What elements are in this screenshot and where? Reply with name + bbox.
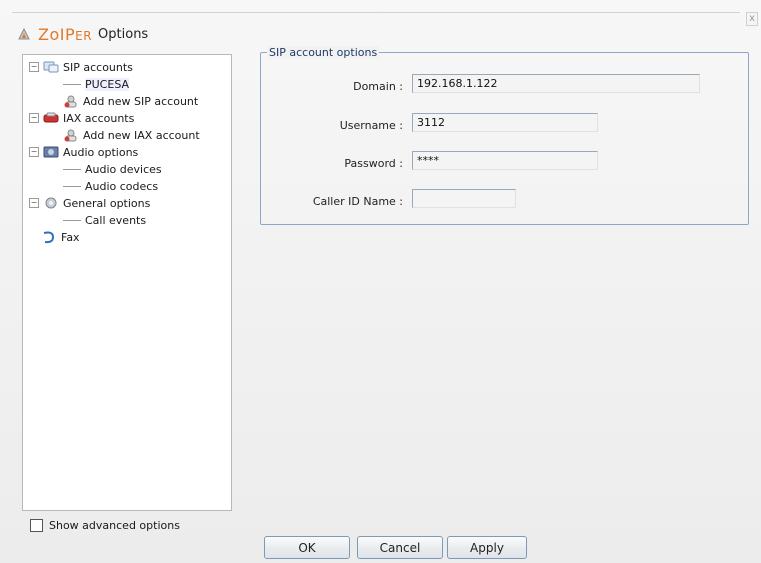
options-tree[interactable]: − SIP accounts PUCESA Add new SIP accoun… xyxy=(22,54,232,511)
tree-item-pucesa[interactable]: PUCESA xyxy=(63,76,130,92)
window-title: Options xyxy=(98,26,149,42)
group-legend: SIP account options xyxy=(267,46,380,59)
add-account-icon xyxy=(64,129,77,142)
brand-name: ZoIP xyxy=(38,24,76,44)
collapse-icon[interactable]: − xyxy=(29,147,39,157)
password-field[interactable]: **** xyxy=(412,151,598,170)
tree-item-add-sip[interactable]: Add new SIP account xyxy=(63,93,198,109)
tree-item-general-options[interactable]: − General options xyxy=(29,195,150,211)
collapse-icon[interactable]: − xyxy=(29,113,39,123)
close-icon[interactable]: x xyxy=(746,12,758,26)
brand-logo: ZoIPER xyxy=(38,25,92,44)
gear-icon xyxy=(45,197,57,209)
tree-label: PUCESA xyxy=(85,77,130,91)
tree-label: General options xyxy=(63,196,151,210)
tree-item-iax-accounts[interactable]: − IAX accounts xyxy=(29,110,134,126)
tree-item-audio-devices[interactable]: Audio devices xyxy=(63,161,162,177)
apply-button[interactable]: Apply xyxy=(447,536,527,559)
collapse-icon[interactable]: − xyxy=(29,62,39,72)
tree-label: Add new IAX account xyxy=(83,128,200,142)
password-label: Password : xyxy=(344,157,403,170)
tree-label: Add new SIP account xyxy=(83,94,199,108)
cancel-button[interactable]: Cancel xyxy=(357,536,443,559)
options-window: x ZoIPER Options − SIP accounts PUCESA A… xyxy=(0,0,761,563)
tree-item-audio-codecs[interactable]: Audio codecs xyxy=(63,178,158,194)
tree-item-audio-options[interactable]: − Audio options xyxy=(29,144,138,160)
domain-field[interactable]: 192.168.1.122 xyxy=(412,74,700,93)
zoiper-logo-icon xyxy=(18,27,30,40)
username-label: Username : xyxy=(339,119,403,132)
tree-connector xyxy=(63,83,81,85)
show-advanced-checkbox[interactable] xyxy=(30,519,43,532)
tree-label: Call events xyxy=(85,213,147,227)
tree-item-sip-accounts[interactable]: − SIP accounts xyxy=(29,59,133,75)
tree-item-fax[interactable]: Fax xyxy=(41,229,80,245)
fax-icon xyxy=(43,231,55,244)
caller-id-field[interactable] xyxy=(412,189,516,208)
add-account-icon xyxy=(64,95,77,108)
tree-item-add-iax[interactable]: Add new IAX account xyxy=(63,127,200,143)
tree-label: Audio options xyxy=(63,145,139,159)
iax-accounts-icon xyxy=(43,112,59,123)
show-advanced-option[interactable]: Show advanced options xyxy=(30,519,180,532)
domain-label: Domain : xyxy=(353,80,403,93)
tree-item-call-events[interactable]: Call events xyxy=(63,212,146,228)
sip-account-options-group: SIP account options Domain : 192.168.1.1… xyxy=(260,46,749,225)
show-advanced-label: Show advanced options xyxy=(49,519,180,532)
tree-label: IAX accounts xyxy=(63,111,135,125)
tree-connector xyxy=(63,168,81,170)
tree-label: Fax xyxy=(61,230,80,244)
caller-id-label: Caller ID Name : xyxy=(312,195,403,208)
tree-label: Audio codecs xyxy=(85,179,159,193)
tree-connector xyxy=(63,219,81,221)
tree-label: SIP accounts xyxy=(63,60,133,74)
sip-accounts-icon xyxy=(43,61,59,73)
top-divider xyxy=(12,12,740,13)
ok-button[interactable]: OK xyxy=(264,536,350,559)
username-field[interactable]: 3112 xyxy=(412,113,598,132)
brand-suffix: ER xyxy=(75,28,93,43)
audio-options-icon xyxy=(43,146,59,158)
collapse-icon[interactable]: − xyxy=(29,198,39,208)
tree-label: Audio devices xyxy=(85,162,162,176)
title-bar: ZoIPER Options xyxy=(16,24,148,44)
tree-connector xyxy=(63,185,81,187)
